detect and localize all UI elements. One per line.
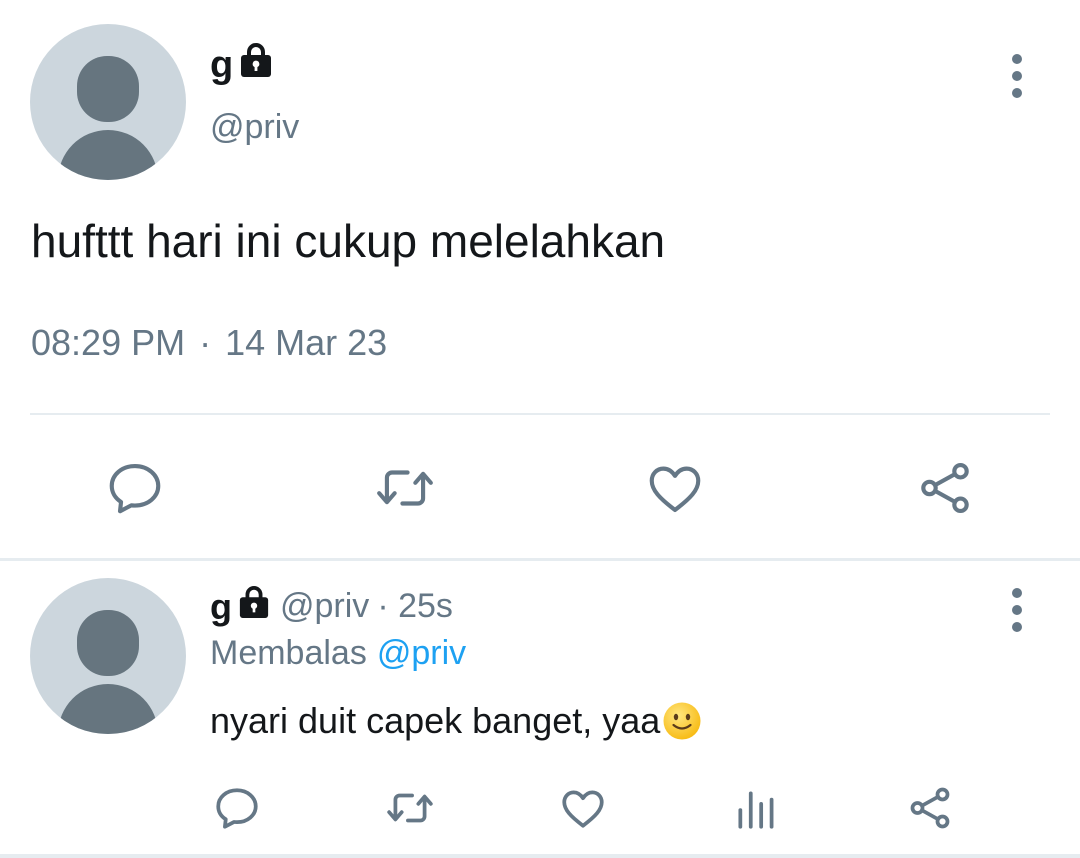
tweet-date: 14 Mar 23 [225,322,388,363]
reply-tweet-text: nyari duit capek banget, yaa [210,700,702,742]
display-name: g [210,43,234,86]
share-icon [921,462,969,514]
reply-like-button[interactable] [553,778,613,838]
tweet-thread: g @priv hufttt hari ini cukup melelahkan… [0,0,1080,858]
tweet-time: 08:29 PM [31,322,186,363]
reply-avatar[interactable] [30,578,186,734]
reply-handle[interactable]: @priv [280,587,369,626]
heart-icon [649,466,701,513]
avatar-body-shape [58,130,158,180]
thread-divider [0,558,1080,561]
reply-time: · 25s [377,587,453,625]
retweet-icon [377,470,433,506]
retweet-button[interactable] [367,450,443,526]
reply-icon [109,463,161,514]
retweet-icon [387,793,433,823]
slightly-smiling-face-icon [662,701,702,741]
share-icon [910,787,950,829]
more-options-icon[interactable] [1007,54,1027,98]
replying-to-mention[interactable]: @priv [377,634,466,672]
reply-display-name[interactable]: g [210,586,232,628]
replying-to-line: Membalas @priv [210,634,466,673]
replying-to-label: Membalas [210,634,367,672]
lock-icon [239,42,273,88]
reply-share-button[interactable] [900,778,960,838]
avatar-head-shape [77,56,139,122]
reply-icon [216,788,258,829]
share-button[interactable] [907,450,983,526]
reply-header: g @priv · 25s [210,585,453,628]
reply-more-options-icon[interactable] [1007,588,1027,632]
reply-stats-button[interactable] [727,778,787,838]
bottom-divider [0,854,1080,858]
tweet-action-bar [0,450,1080,526]
tweet-timestamp: 08:29 PM · 14 Mar 23 [31,322,387,364]
author-name-row[interactable]: g [210,42,273,88]
reply-action-bar [0,778,1080,838]
tweet-text: hufttt hari ini cukup melelahkan [31,215,666,267]
heart-icon [562,790,604,828]
lock-icon [238,585,270,628]
like-button[interactable] [637,450,713,526]
timestamp-separator: · [199,322,212,363]
reply-reply-button[interactable] [207,778,267,838]
avatar[interactable] [30,24,186,180]
author-handle[interactable]: @priv [210,108,299,147]
reply-text-content: nyari duit capek banget, yaa [210,700,661,741]
main-tweet: g @priv hufttt hari ini cukup melelahkan… [0,0,1080,560]
avatar-head-shape [77,610,139,676]
divider [30,413,1050,415]
avatar-body-shape [58,684,158,734]
reply-button[interactable] [97,450,173,526]
reply-retweet-button[interactable] [380,778,440,838]
stats-icon [738,791,774,829]
